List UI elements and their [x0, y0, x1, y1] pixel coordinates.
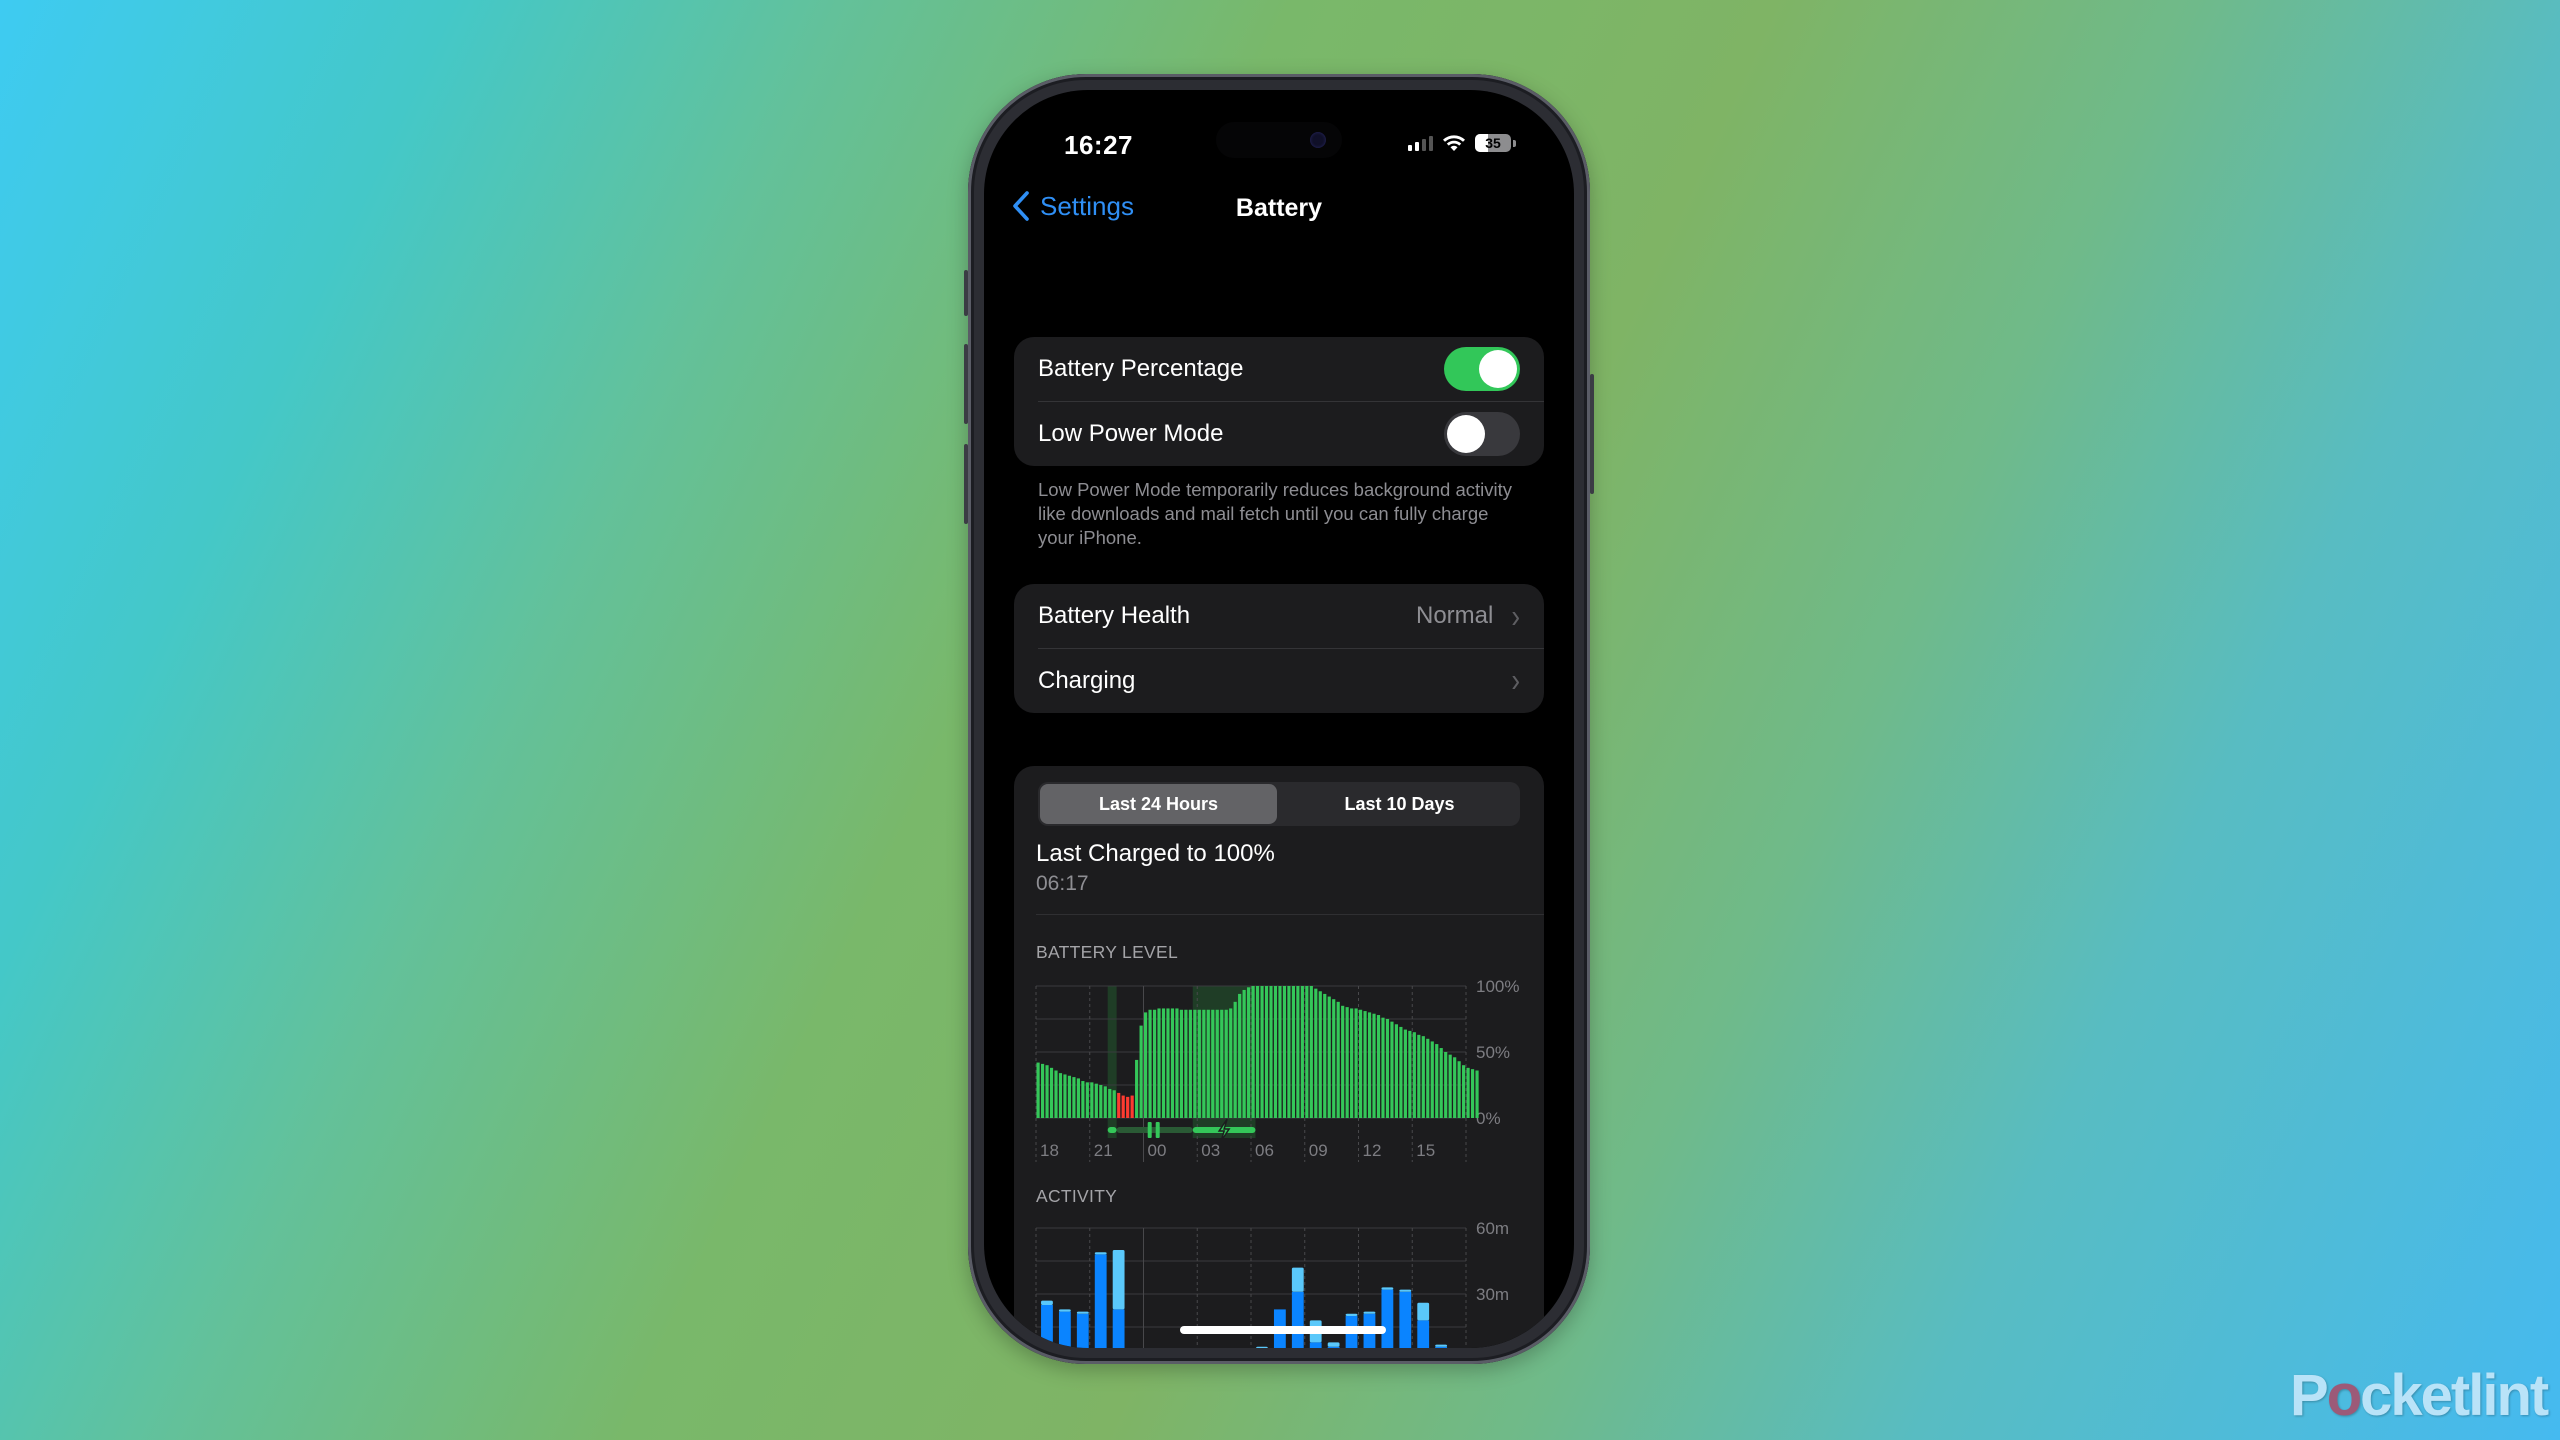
activity-bar-screen-on — [1417, 1320, 1430, 1348]
activity-bar-screen-off — [1094, 1252, 1107, 1255]
activity-bar-screen-on — [1309, 1342, 1322, 1348]
pocketlint-watermark: Pocketlint — [2290, 1362, 2549, 1429]
low-power-mode-description: Low Power Mode temporarily reduces backg… — [1038, 479, 1513, 548]
wifi-icon — [1443, 135, 1465, 151]
y-tick-label: 60m — [1476, 1219, 1509, 1238]
activity-bar-screen-on — [1076, 1313, 1089, 1348]
battery-percentage-label: Battery Percentage — [1038, 355, 1244, 382]
activity-bar-screen-off — [1417, 1302, 1430, 1321]
home-indicator[interactable] — [1180, 1326, 1386, 1334]
battery-health-row[interactable]: Battery Health Normal › — [1014, 584, 1544, 648]
low-power-mode-label: Low Power Mode — [1038, 419, 1224, 447]
low-power-mode-row: Low Power Mode — [1014, 401, 1544, 466]
navigation-bar: Settings Battery — [984, 188, 1574, 232]
watermark-text: cketlint — [2360, 1363, 2549, 1428]
activity-bar-screen-on — [1327, 1346, 1340, 1348]
page-title: Battery — [1235, 194, 1323, 222]
activity-bar-screen-on — [1381, 1289, 1394, 1348]
activity-bar-screen-off — [1291, 1267, 1304, 1292]
action-button — [964, 270, 968, 316]
activity-bar-screen-on — [1094, 1254, 1107, 1348]
activity-bar-screen-on — [1112, 1309, 1125, 1348]
battery-health-value: Normal — [1415, 602, 1494, 629]
battery-status-icon: 35 — [1475, 134, 1511, 152]
activity-bar-screen-on — [1435, 1346, 1448, 1348]
iphone-frame: 16:27 35 Settings Battery Battery Percen… — [964, 74, 1594, 1364]
activity-bar-screen-off — [1076, 1311, 1089, 1314]
volume-up-button — [964, 344, 968, 424]
front-camera — [1310, 132, 1326, 148]
power-icon: o — [2326, 1363, 2362, 1428]
chevron-right-icon: › — [1511, 595, 1520, 635]
activity-bar-screen-on — [1291, 1291, 1304, 1348]
activity-bar-screen-off — [1256, 1346, 1268, 1348]
battery-percentage-toggle[interactable] — [1444, 347, 1520, 391]
activity-bar-screen-on — [1041, 1305, 1053, 1348]
activity-bar-screen-on — [1058, 1311, 1071, 1348]
activity-bar-screen-off — [1363, 1311, 1376, 1314]
chevron-right-icon: › — [1511, 660, 1520, 700]
toggle-knob — [1479, 350, 1517, 388]
activity-bar-screen-on — [1399, 1291, 1412, 1348]
watermark-text: P — [2290, 1363, 2329, 1428]
activity-bar-screen-off — [1345, 1313, 1358, 1316]
battery-percent-text: 35 — [1485, 135, 1501, 151]
charging-label: Charging — [1038, 666, 1136, 694]
battery-nub — [1513, 139, 1516, 147]
cellular-signal-icon — [1408, 135, 1433, 151]
activity-bar-screen-off — [1399, 1289, 1412, 1292]
activity-bar-screen-off — [1058, 1309, 1071, 1312]
battery-health-label: Battery Health — [1038, 602, 1191, 629]
activity-bar-screen-off — [1381, 1287, 1394, 1290]
activity-bar-screen-off — [1327, 1342, 1340, 1347]
toggle-knob — [1447, 414, 1485, 453]
status-time: 16:27 — [1064, 130, 1133, 160]
battery-percentage-row: Battery Percentage — [1014, 337, 1544, 401]
activity-chart: 18 21 00 03 06 09 12 1560m30m0m18 Sep 19 Sep — [1035, 1219, 1509, 1348]
volume-down-button — [964, 444, 968, 524]
charging-row[interactable]: Charging › — [1014, 648, 1544, 713]
low-power-mode-toggle[interactable] — [1444, 411, 1520, 456]
battery-usage-group: Last 24 Hours Last 10 Days Last Charged … — [1014, 766, 1544, 1348]
battery-health-group: Battery Health Normal › Charging › — [1014, 584, 1544, 713]
activity-bar-screen-off — [1435, 1344, 1448, 1347]
phone-screen: 16:27 35 Settings Battery Battery Percen… — [984, 90, 1574, 1348]
activity-bar-screen-off — [1112, 1250, 1125, 1310]
y-tick-label: 30m — [1476, 1285, 1509, 1304]
activity-bar-screen-off — [1041, 1300, 1053, 1305]
power-button — [1590, 374, 1594, 494]
battery-toggles-group: Battery Percentage Low Power Mode — [1014, 337, 1544, 466]
status-indicators: 35 — [1408, 134, 1516, 152]
